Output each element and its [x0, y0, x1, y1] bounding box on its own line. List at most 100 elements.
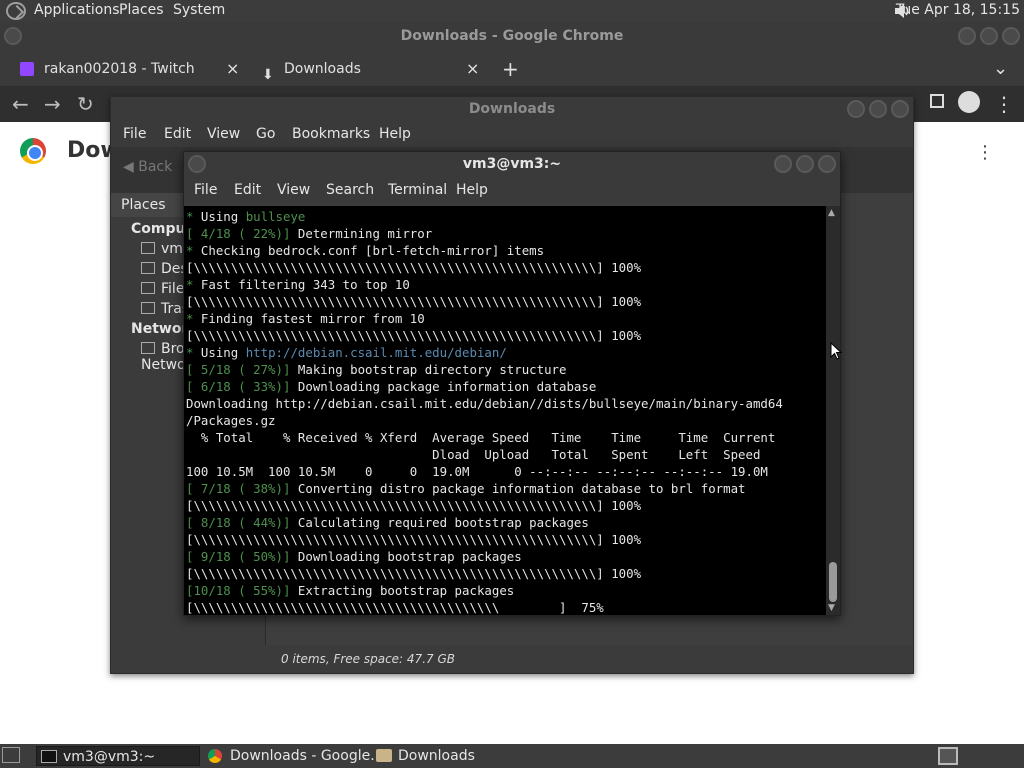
minimize-button[interactable] [774, 155, 792, 173]
maximize-button[interactable] [796, 155, 814, 173]
terminal-segment: 100 10.5M 100 10.5M 0 0 19.0M 0 --:--:--… [186, 464, 768, 479]
maximize-button[interactable] [869, 100, 887, 118]
terminal-segment: [ 7/18 ( 38%)] [186, 481, 298, 496]
chrome-menu-icon[interactable]: ⋮ [994, 92, 1014, 116]
terminal-icon [41, 750, 57, 763]
file-manager-titlebar[interactable]: Downloads [111, 97, 913, 121]
menu-terminal[interactable]: Terminal [388, 182, 447, 198]
close-button[interactable] [1002, 27, 1020, 45]
menu-edit[interactable]: Edit [234, 182, 261, 198]
menu-view[interactable]: View [277, 182, 310, 198]
terminal-line: [\\\\\\\\\\\\\\\\\\\\\\\\\\\\\\\\\\\\\\\… [186, 293, 826, 310]
terminal-segment: * [186, 311, 201, 326]
tab-twitch[interactable]: rakan002018 - Twitch × [0, 54, 248, 86]
menu-applications[interactable]: Applications [34, 2, 120, 18]
terminal-output[interactable]: * Using bullseye[ 4/18 ( 22%)] Determini… [184, 206, 826, 615]
menu-file[interactable]: File [123, 126, 146, 142]
close-icon[interactable]: × [466, 54, 479, 84]
scroll-down-icon[interactable]: ▼ [828, 603, 835, 613]
menu-help[interactable]: Help [379, 126, 411, 142]
terminal-line: Downloading http://debian.csail.mit.edu/… [186, 395, 826, 412]
page-menu-icon[interactable]: ⋮ [976, 142, 994, 163]
window-menu-button[interactable] [4, 27, 22, 45]
terminal-segment: [ 4/18 ( 22%)] [186, 226, 298, 241]
terminal-line: % Total % Received % Xferd Average Speed… [186, 429, 826, 446]
side-panel-icon[interactable] [930, 94, 944, 108]
chrome-titlebar[interactable]: Downloads - Google Chrome [0, 22, 1024, 50]
terminal-line: [\\\\\\\\\\\\\\\\\\\\\\\\\\\\\\\\\\\\\\\… [186, 565, 826, 582]
terminal-line: /Packages.gz [186, 412, 826, 429]
terminal-scrollbar[interactable]: ▲ ▼ [826, 206, 840, 615]
terminal-segment: [10/18 ( 55%)] [186, 583, 298, 598]
show-desktop-icon[interactable] [2, 747, 20, 763]
terminal-segment: Extracting bootstrap packages [297, 583, 515, 598]
desktop-icon [141, 262, 155, 274]
terminal-line: * Checking bedrock.conf [brl-fetch-mirro… [186, 242, 826, 259]
menu-go[interactable]: Go [256, 126, 275, 142]
menu-view[interactable]: View [207, 126, 240, 142]
taskbar-label: Downloads - Google... [230, 748, 384, 764]
minimize-button[interactable] [958, 27, 976, 45]
scroll-up-icon[interactable]: ▲ [828, 208, 835, 218]
new-tab-button[interactable]: + [502, 54, 519, 86]
terminal-segment: Finding fastest mirror from 10 [200, 311, 425, 326]
chrome-window-title: Downloads - Google Chrome [400, 28, 624, 44]
distro-logo-icon[interactable] [6, 2, 26, 20]
back-button[interactable]: ◀ Back [123, 159, 172, 175]
reload-icon[interactable]: ↻ [77, 92, 94, 116]
taskbar-item-file-manager[interactable]: Downloads [372, 746, 492, 766]
taskbar-item-chrome[interactable]: Downloads - Google... [204, 746, 384, 766]
terminal-segment: bullseye [245, 209, 306, 224]
close-button[interactable] [891, 100, 909, 118]
terminal-segment: [\\\\\\\\\\\\\\\\\\\\\\\\\\\\\\\\\\\\\\\… [186, 498, 642, 513]
window-menu-button[interactable] [188, 155, 206, 173]
menu-file[interactable]: File [194, 182, 217, 198]
maximize-button[interactable] [980, 27, 998, 45]
drive-icon [141, 282, 155, 294]
clock[interactable]: Tue Apr 18, 15:15 [896, 2, 1020, 18]
terminal-segment: Checking bedrock.conf [brl-fetch-mirror]… [200, 243, 545, 258]
scrollbar-thumb[interactable] [829, 562, 837, 602]
terminal-segment: Using [200, 209, 246, 224]
terminal-segment: [ 9/18 ( 50%)] [186, 549, 298, 564]
terminal-segment: [\\\\\\\\\\\\\\\\\\\\\\\\\\\\\\\\\\\\\\\… [186, 532, 642, 547]
terminal-segment: Calculating required bootstrap packages [297, 515, 589, 530]
terminal-line: [\\\\\\\\\\\\\\\\\\\\\\\\\\\\\\\\\\\\\\\… [186, 259, 826, 276]
terminal-titlebar[interactable]: vm3@vm3:~ [184, 152, 840, 176]
close-icon[interactable]: × [226, 54, 239, 84]
top-panel: Applications Places System Tue Apr 18, 1… [0, 0, 1024, 22]
menu-edit[interactable]: Edit [164, 126, 191, 142]
bottom-panel: vm3@vm3:~ Downloads - Google... Download… [0, 744, 1024, 768]
terminal-segment: Dload Upload Total Spent Left Speed [186, 447, 761, 462]
terminal-line: [ 5/18 ( 27%)] Making bootstrap director… [186, 361, 826, 378]
terminal-segment: Downloading bootstrap packages [297, 549, 522, 564]
network-icon [141, 342, 155, 354]
terminal-segment: [\\\\\\\\\\\\\\\\\\\\\\\\\\\\\\\\\\\\\\\… [186, 294, 642, 309]
menu-help[interactable]: Help [456, 182, 488, 198]
menu-search[interactable]: Search [326, 182, 374, 198]
taskbar-item-terminal[interactable]: vm3@vm3:~ [36, 746, 200, 766]
back-arrow-icon[interactable]: ← [12, 92, 29, 116]
terminal-segment: /Packages.gz [186, 413, 276, 428]
close-button[interactable] [818, 155, 836, 173]
profile-avatar-icon[interactable] [958, 91, 980, 113]
chrome-icon [208, 749, 222, 763]
menu-places[interactable]: Places [119, 2, 164, 18]
terminal-segment: Downloading http://debian.csail.mit.edu/… [186, 396, 783, 411]
minimize-button[interactable] [847, 100, 865, 118]
terminal-line: [\\\\\\\\\\\\\\\\\\\\\\\\\\\\\\\\\\\\\\\… [186, 327, 826, 344]
forward-arrow-icon[interactable]: → [44, 92, 61, 116]
tab-downloads[interactable]: ⬇ Downloads × [248, 54, 488, 86]
menu-bookmarks[interactable]: Bookmarks [292, 126, 370, 142]
terminal-line: [ 9/18 ( 50%)] Downloading bootstrap pac… [186, 548, 826, 565]
terminal-segment: Converting distro package information da… [297, 481, 746, 496]
home-folder-icon [141, 242, 155, 254]
terminal-segment: * [186, 345, 201, 360]
chrome-logo-icon [20, 138, 46, 164]
terminal-segment: [ 5/18 ( 27%)] [186, 362, 298, 377]
workspace-switcher-icon[interactable] [938, 747, 958, 765]
menu-system[interactable]: System [173, 2, 225, 18]
tab-search-button[interactable]: ⌄ [993, 54, 1008, 86]
terminal-segment: % Total % Received % Xferd Average Speed… [186, 430, 776, 445]
terminal-segment: [\\\\\\\\\\\\\\\\\\\\\\\\\\\\\\\\\\\\\\\… [186, 328, 642, 343]
